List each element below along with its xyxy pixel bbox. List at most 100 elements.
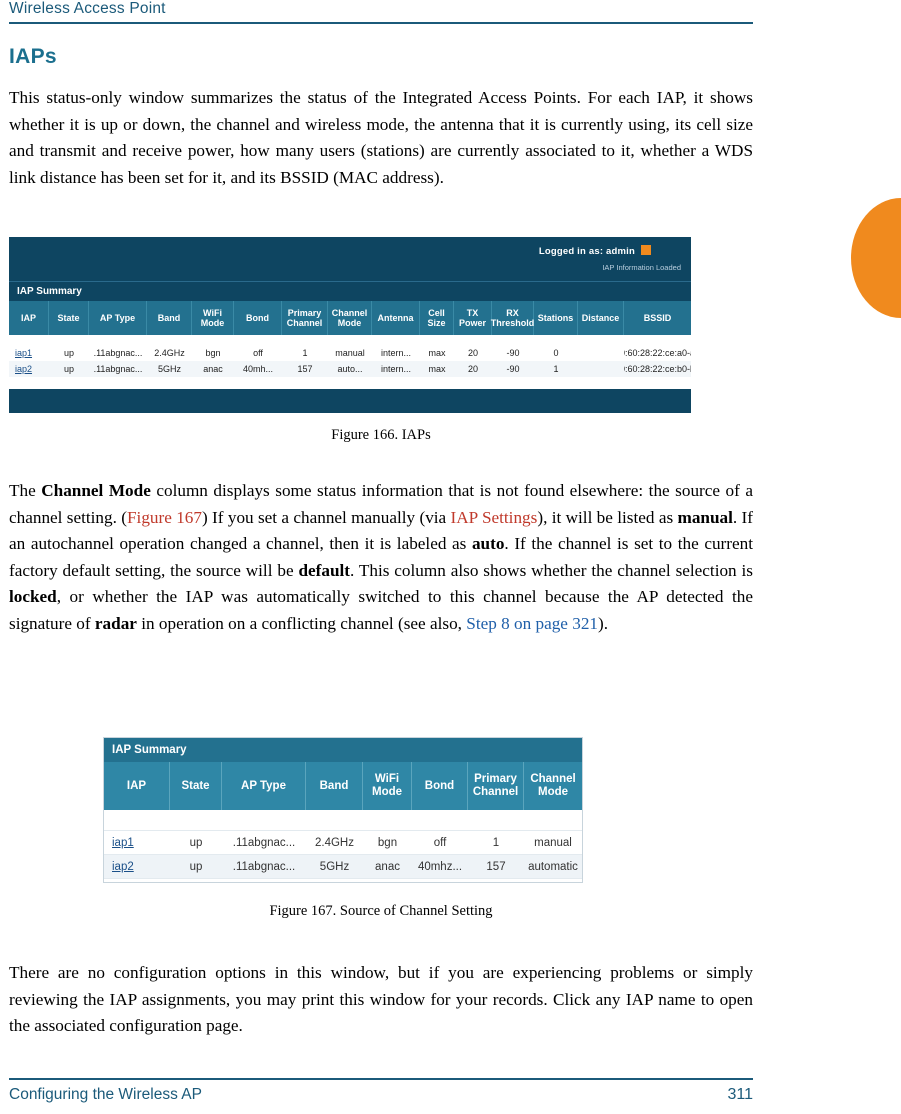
fig166-r0-primary-channel: 1: [302, 348, 308, 358]
fig166-r1-stations: 1: [553, 364, 559, 374]
fig166-r0-cell-size: max: [428, 348, 446, 358]
fig166-r0-band: 2.4GHz: [154, 348, 185, 358]
fig166-r0-rx-threshold: -90: [506, 348, 520, 358]
fig166-table: IAP State AP Type Band WiFi Mode Bond Pr…: [9, 301, 691, 389]
fig166-col-state: State: [49, 301, 89, 335]
fig166-r0-tx-power: 20: [467, 348, 478, 358]
fig167-r1-band: 5GHz: [319, 860, 350, 873]
fig167-r1-state: up: [189, 860, 203, 873]
figure-167-screenshot: IAP Summary IAP State AP Type Band WiFi …: [103, 737, 583, 883]
fig166-r0-distance: [578, 345, 624, 361]
figure-167-caption: Figure 167. Source of Channel Setting: [269, 903, 493, 919]
p2-b3: auto: [471, 534, 505, 553]
fig167-table-header: IAP State AP Type Band WiFi Mode Bond Pr…: [104, 762, 582, 810]
fig166-r1-tx-power: 20: [467, 364, 478, 374]
fig166-footer-bar: [9, 389, 691, 413]
fig166-panel-title: IAP Summary: [17, 286, 82, 297]
fig166-logout-icon[interactable]: [641, 245, 651, 255]
fig166-logged-in-label: Logged in as: admin: [538, 246, 635, 257]
fig166-col-stations: Stations: [534, 301, 578, 335]
section-title: IAPs: [9, 45, 57, 68]
fig166-col-wifi-mode: WiFi Mode: [192, 301, 234, 335]
p2-link-iap-settings[interactable]: IAP Settings: [451, 508, 538, 527]
fig167-r0-iap[interactable]: iap1: [104, 831, 170, 854]
paragraph-intro: This status-only window summarizes the s…: [9, 88, 753, 187]
fig166-col-iap: IAP: [9, 301, 49, 335]
document-page: Wireless Access Point IAPs This status-o…: [0, 0, 901, 1114]
fig167-r1-iap[interactable]: iap2: [104, 855, 170, 878]
fig166-col-tx-power: TX Power: [454, 301, 492, 335]
fig167-panel-title: IAP Summary: [104, 738, 582, 762]
fig166-r1-band: 5GHz: [157, 364, 181, 374]
p2-b2: manual: [677, 507, 733, 527]
fig166-r1-bond: 40mh...: [242, 364, 273, 374]
fig166-col-distance: Distance: [578, 301, 624, 335]
fig166-r1-cell-size: max: [428, 364, 446, 374]
fig166-r1-state: up: [63, 364, 74, 374]
header-divider: [9, 22, 753, 24]
fig167-r0-bond: off: [433, 836, 447, 849]
p2-b4: default: [298, 560, 351, 580]
footer-section-label: Configuring the Wireless AP: [9, 1086, 202, 1103]
figure-166-screenshot: Logged in as: admin IAP Information Load…: [9, 237, 691, 413]
fig166-r1-channel-mode: auto...: [337, 364, 363, 374]
p2-s3: ) If you set a channel manually (via: [201, 507, 451, 527]
table-row[interactable]: iap2 up .11abgnac... 5GHz anac 40mhz... …: [104, 855, 582, 879]
fig166-r0-state: up: [63, 348, 74, 358]
fig166-r1-primary-channel: 157: [297, 364, 313, 374]
fig167-r1-primary-channel: 157: [486, 860, 506, 873]
figure-166-caption: Figure 166. IAPs: [331, 427, 431, 443]
fig166-col-bssid: BSSID: [643, 313, 672, 323]
fig166-r0-stations: 0: [553, 348, 559, 358]
fig167-r0-state: up: [189, 836, 203, 849]
fig167-col-primary-channel: Primary Channel: [468, 762, 524, 810]
orange-edge-tab: [851, 198, 901, 318]
fig166-status-note: IAP Information Loaded: [602, 263, 681, 272]
fig167-r1-channel-mode: automatic: [528, 860, 578, 873]
fig166-topbar: Logged in as: admin IAP Information Load…: [9, 237, 691, 281]
fig166-table-header: IAP State AP Type Band WiFi Mode Bond Pr…: [9, 301, 691, 335]
footer-divider: [9, 1078, 753, 1080]
fig166-table-spacer: [9, 335, 691, 345]
p2-s4: ), it will be listed as: [537, 507, 678, 527]
paragraph-channel-mode: The Channel Mode column displays some st…: [9, 478, 753, 637]
p2-b6: radar: [94, 613, 137, 633]
fig167-col-state: State: [170, 762, 222, 810]
fig166-r1-antenna: intern...: [380, 364, 411, 374]
fig166-col-cell-size: Cell Size: [420, 301, 454, 335]
p2-link-figure167[interactable]: Figure 167: [127, 508, 202, 527]
fig167-r1-ap-type: .11abgnac...: [232, 860, 296, 873]
fig167-col-bond: Bond: [412, 762, 468, 810]
fig166-r0-ap-type: .11abgnac...: [93, 348, 143, 358]
fig167-table-spacer: [104, 810, 582, 831]
fig167-r1-bond: 40mhz...: [417, 860, 463, 873]
fig167-col-band: Band: [306, 762, 363, 810]
paragraph-closing: There are no configuration options in th…: [9, 963, 753, 1035]
fig167-col-iap: IAP: [104, 762, 170, 810]
p2-link-step8[interactable]: Step 8 on page 321: [466, 614, 598, 633]
fig167-r1-wifi-mode: anac: [375, 860, 400, 873]
fig166-r0-iap[interactable]: iap1: [9, 345, 49, 361]
fig167-r0-band: 2.4GHz: [315, 836, 354, 849]
p2-s9: in operation on a conflicting channel (s…: [136, 613, 467, 633]
fig167-col-wifi-mode: WiFi Mode: [363, 762, 412, 810]
p2-s10: ).: [598, 613, 609, 633]
p2-s1: The: [9, 481, 42, 500]
fig167-r0-primary-channel: 1: [492, 836, 500, 849]
fig166-col-channel-mode: Channel Mode: [328, 301, 372, 335]
fig166-col-ap-type: AP Type: [89, 301, 147, 335]
table-row[interactable]: iap2 up .11abgnac... 5GHz anac 40mh... 1…: [9, 361, 691, 377]
fig167-r0-ap-type: .11abgnac...: [232, 836, 296, 849]
p2-s7: . This column also shows whether the cha…: [350, 560, 753, 580]
fig166-col-antenna: Antenna: [372, 301, 420, 335]
p2-b1: Channel Mode: [41, 481, 151, 500]
table-row[interactable]: iap1 up .11abgnac... 2.4GHz bgn off 1 ma…: [9, 345, 691, 361]
fig166-r1-bssid: 50:60:28:22:ce:b0-b2: [624, 364, 691, 374]
fig166-r0-wifi-mode: bgn: [205, 348, 221, 358]
table-row[interactable]: iap1 up .11abgnac... 2.4GHz bgn off 1 ma…: [104, 831, 582, 855]
fig166-r1-rx-threshold: -90: [506, 364, 520, 374]
page-number: 311: [727, 1086, 753, 1103]
fig166-r1-ap-type: .11abgnac...: [93, 364, 143, 374]
p2-b5: locked: [9, 587, 57, 606]
fig166-r1-iap[interactable]: iap2: [9, 361, 49, 377]
